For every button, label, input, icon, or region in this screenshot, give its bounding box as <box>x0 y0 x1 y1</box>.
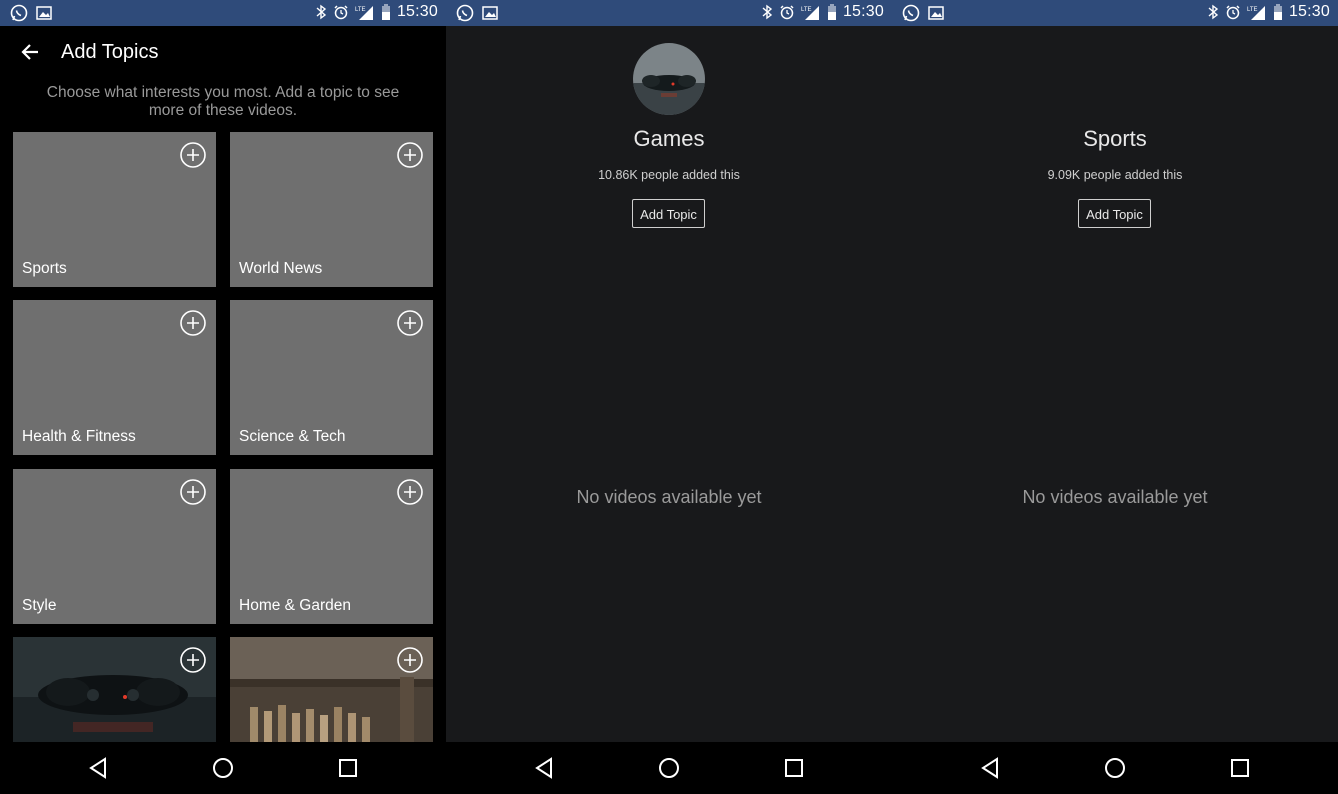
svg-text:LTE: LTE <box>355 7 366 13</box>
page-subtitle: Choose what interests you most. Add a to… <box>46 84 400 119</box>
image-icon <box>928 6 944 20</box>
nav-home-icon[interactable] <box>657 756 681 780</box>
topic-avatar <box>633 43 705 115</box>
whatsapp-icon <box>10 4 28 22</box>
alarm-icon <box>1226 5 1240 20</box>
battery-icon <box>381 4 390 20</box>
nav-back-icon[interactable] <box>86 756 110 780</box>
lte-signal-icon: LTE <box>355 6 373 20</box>
lte-signal-icon: LTE <box>801 6 819 20</box>
nav-home-icon[interactable] <box>211 756 235 780</box>
add-plus-icon[interactable] <box>397 647 423 673</box>
nav-back-icon[interactable] <box>532 756 556 780</box>
nav-bar <box>0 742 446 794</box>
topic-title: Games <box>633 126 705 151</box>
status-bar: LTE 15:30 <box>892 0 1338 26</box>
topic-tile-world-news[interactable]: World News <box>230 132 433 287</box>
status-bar: LTE 15:30 <box>446 0 892 26</box>
whatsapp-icon <box>456 4 474 22</box>
add-plus-icon[interactable] <box>397 310 423 336</box>
add-plus-icon[interactable] <box>180 142 206 168</box>
nav-home-icon[interactable] <box>1103 756 1127 780</box>
add-plus-icon[interactable] <box>180 647 206 673</box>
tile-label: Science & Tech <box>239 428 346 445</box>
page-title: Add Topics <box>61 41 159 63</box>
battery-icon <box>827 4 836 20</box>
svg-text:LTE: LTE <box>1247 7 1258 13</box>
add-plus-icon[interactable] <box>397 142 423 168</box>
topic-title: Sports <box>1083 126 1147 151</box>
sports-topic-screen: LTE 15:30 Sports 9.09K people added this… <box>892 0 1338 794</box>
add-topics-screen: LTE 15:30 Add Topics Choose what interes… <box>0 0 446 794</box>
nav-recents-icon[interactable] <box>1228 756 1252 780</box>
add-topic-button[interactable]: Add Topic <box>632 199 705 228</box>
topic-tile-science-tech[interactable]: Science & Tech <box>230 300 433 455</box>
gamepad-image <box>633 43 705 115</box>
nav-back-icon[interactable] <box>978 756 1002 780</box>
image-icon <box>36 6 52 20</box>
tile-label: Sports <box>22 260 67 277</box>
add-plus-icon[interactable] <box>180 479 206 505</box>
alarm-icon <box>334 5 348 20</box>
topic-tile-sports[interactable]: Sports <box>13 132 216 287</box>
topic-tile-style[interactable]: Style <box>13 469 216 624</box>
topic-tile-home-garden[interactable]: Home & Garden <box>230 469 433 624</box>
status-time: 15:30 <box>396 3 438 20</box>
nav-recents-icon[interactable] <box>336 756 360 780</box>
image-icon <box>482 6 498 20</box>
empty-state-message: No videos available yet <box>1022 487 1208 507</box>
add-topic-button[interactable]: Add Topic <box>1078 199 1151 228</box>
added-count: 10.86K people added this <box>598 168 740 182</box>
status-time: 15:30 <box>1288 3 1330 20</box>
status-bar: LTE 15:30 <box>0 0 446 26</box>
battery-icon <box>1273 4 1282 20</box>
svg-text:LTE: LTE <box>801 7 812 13</box>
app-bar: Add Topics <box>0 26 446 78</box>
empty-state-message: No videos available yet <box>576 487 762 507</box>
games-topic-screen: LTE 15:30 Games 10.86K people added this… <box>446 0 892 794</box>
alarm-icon <box>780 5 794 20</box>
back-arrow-icon[interactable] <box>18 40 42 64</box>
tile-label: Style <box>22 597 57 614</box>
nav-recents-icon[interactable] <box>782 756 806 780</box>
nav-bar <box>446 742 892 794</box>
tile-label: World News <box>239 260 323 277</box>
bluetooth-icon <box>1208 4 1219 20</box>
tile-label: Home & Garden <box>239 597 351 614</box>
bluetooth-icon <box>316 4 327 20</box>
status-time: 15:30 <box>842 3 884 20</box>
added-count: 9.09K people added this <box>1047 168 1183 182</box>
whatsapp-icon <box>902 4 920 22</box>
add-plus-icon[interactable] <box>180 310 206 336</box>
bluetooth-icon <box>762 4 773 20</box>
lte-signal-icon: LTE <box>1247 6 1265 20</box>
add-plus-icon[interactable] <box>397 479 423 505</box>
nav-bar <box>892 742 1338 794</box>
topic-tile-health-fitness[interactable]: Health & Fitness <box>13 300 216 455</box>
tile-label: Health & Fitness <box>22 428 136 445</box>
